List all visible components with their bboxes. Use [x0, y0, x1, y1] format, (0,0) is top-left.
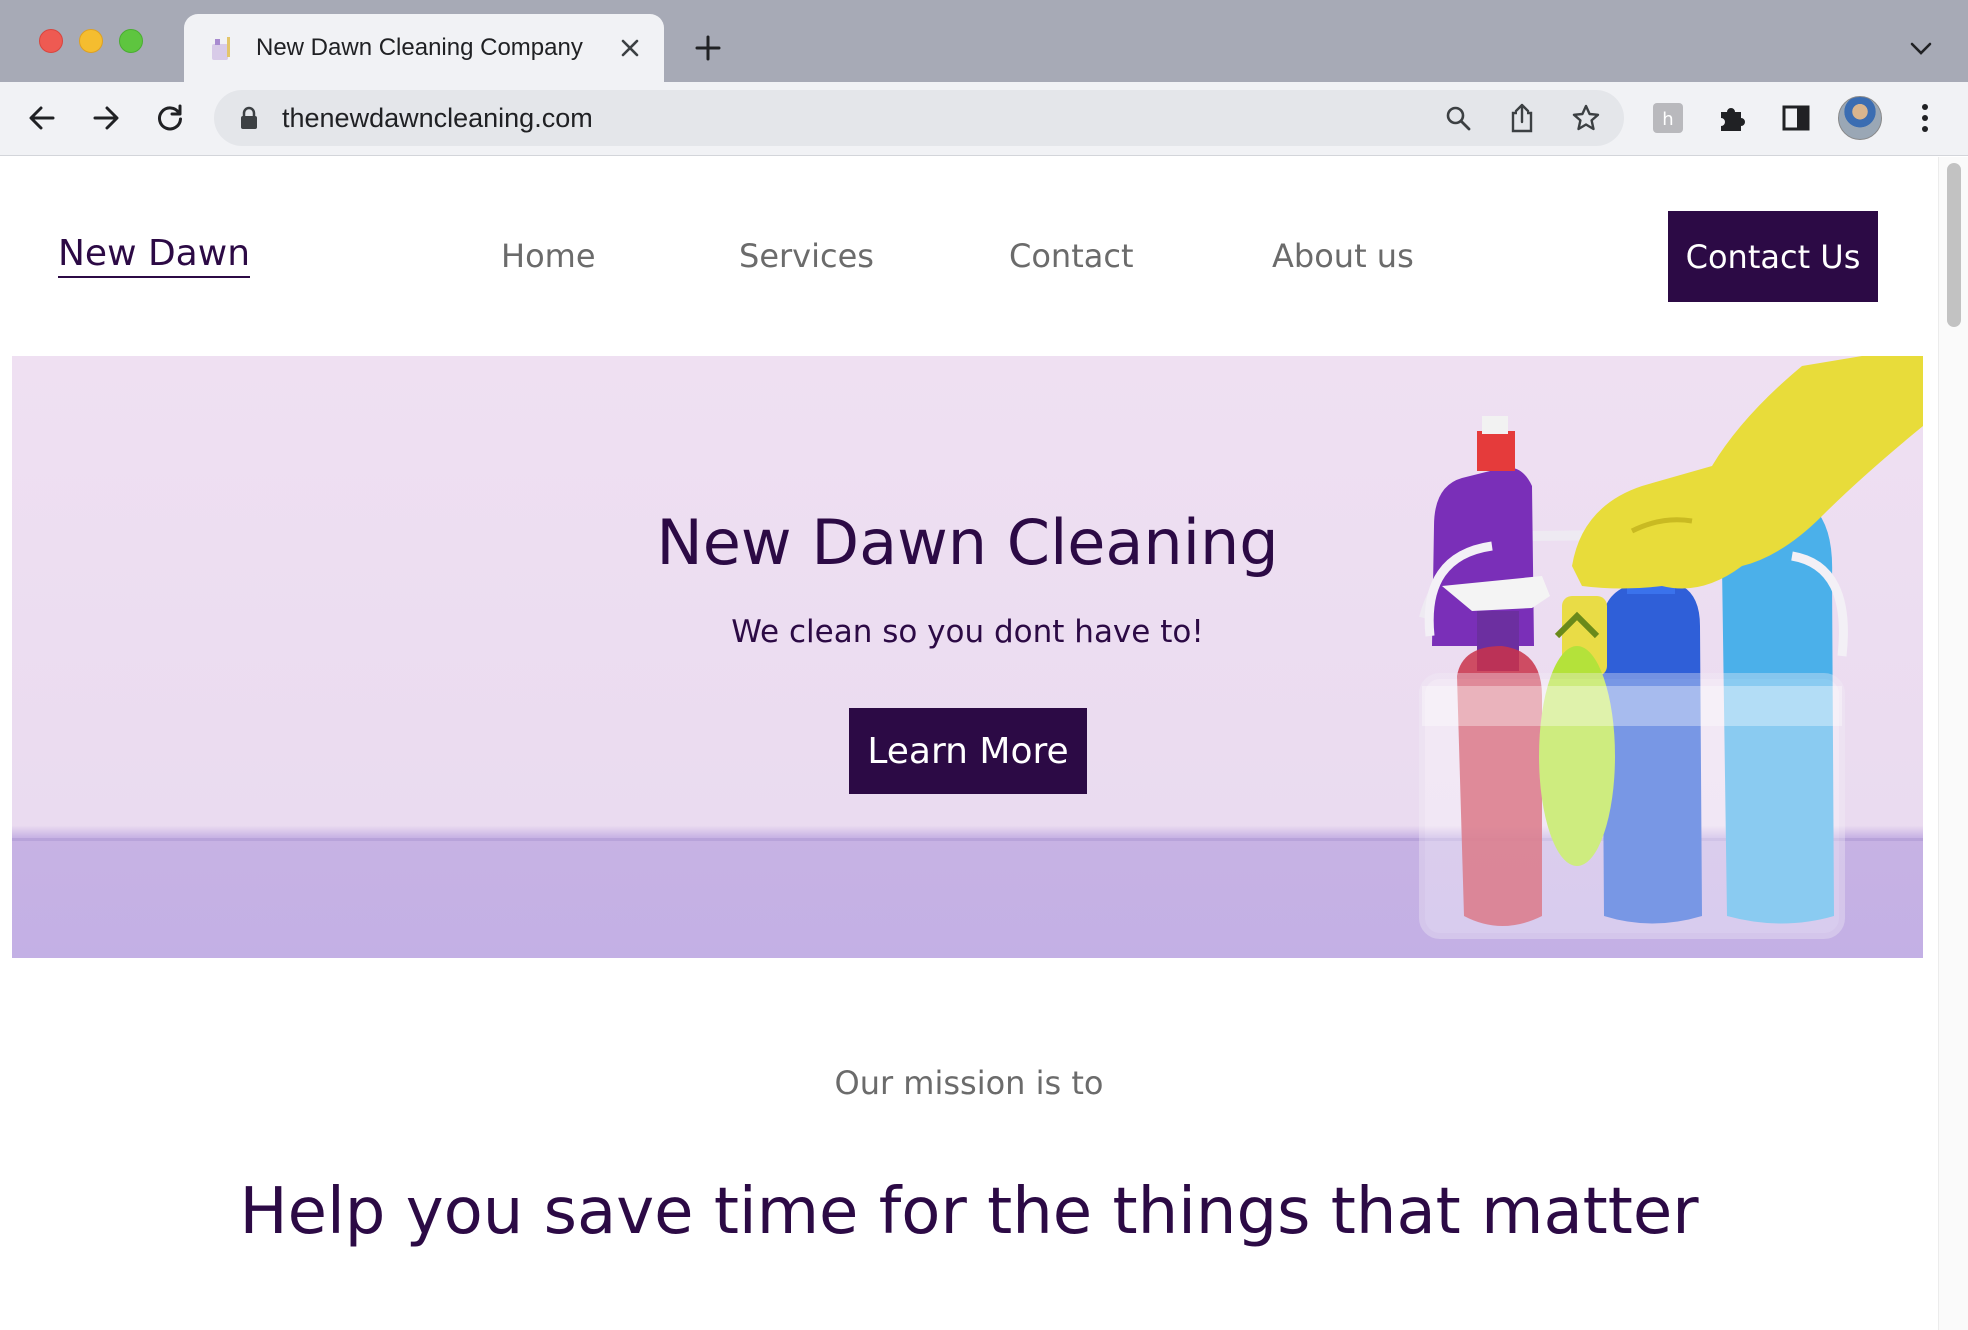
new-tab-icon[interactable]: [690, 30, 726, 66]
extension-h-icon[interactable]: h: [1648, 98, 1688, 138]
browser-toolbar: thenewdawncleaning.com h: [0, 82, 1968, 156]
contact-us-button[interactable]: Contact Us: [1668, 211, 1878, 302]
profile-avatar[interactable]: [1838, 96, 1882, 140]
close-window-button[interactable]: [39, 29, 63, 53]
nav-about-us[interactable]: About us: [1272, 237, 1414, 275]
cleaning-favicon-icon: [208, 33, 238, 63]
svg-text:h: h: [1662, 109, 1673, 130]
hero-subtitle: We clean so you dont have to!: [731, 614, 1204, 650]
site-logo-link[interactable]: New Dawn: [58, 233, 251, 278]
nav-home[interactable]: Home: [501, 237, 596, 275]
mission-title: Help you save time for the things that m…: [239, 1175, 1699, 1249]
browser-tab[interactable]: New Dawn Cleaning Company: [184, 14, 664, 82]
search-icon[interactable]: [1440, 100, 1476, 136]
scrollbar-thumb[interactable]: [1947, 163, 1961, 327]
page-scrollbar[interactable]: [1938, 157, 1968, 1330]
mission-kicker: Our mission is to: [834, 1064, 1104, 1102]
nav-contact[interactable]: Contact: [1009, 237, 1134, 275]
address-bar[interactable]: thenewdawncleaning.com: [214, 90, 1624, 146]
reload-icon[interactable]: [150, 98, 190, 138]
cleaning-supplies-image: [1419, 356, 1923, 939]
tab-strip: New Dawn Cleaning Company: [0, 0, 1968, 82]
puzzle-icon[interactable]: [1712, 98, 1752, 138]
page-viewport: New Dawn Home Services Contact About us …: [0, 157, 1938, 1330]
hero-banner: New Dawn Cleaning We clean so you dont h…: [12, 356, 1923, 958]
minimize-window-button[interactable]: [79, 29, 103, 53]
learn-more-button[interactable]: Learn More: [849, 708, 1087, 794]
nav-services[interactable]: Services: [739, 237, 874, 275]
maximize-window-button[interactable]: [119, 29, 143, 53]
star-icon[interactable]: [1568, 100, 1604, 136]
kebab-menu-icon[interactable]: [1905, 98, 1945, 138]
tab-title: New Dawn Cleaning Company: [256, 34, 583, 61]
chevron-down-icon[interactable]: [1906, 34, 1936, 64]
close-tab-icon[interactable]: [616, 34, 644, 62]
url-text[interactable]: thenewdawncleaning.com: [282, 103, 593, 134]
forward-icon[interactable]: [86, 98, 126, 138]
lock-icon[interactable]: [240, 106, 258, 134]
back-icon[interactable]: [22, 98, 62, 138]
hero-title: New Dawn Cleaning: [656, 506, 1279, 579]
share-icon[interactable]: [1504, 100, 1540, 136]
sidepanel-icon[interactable]: [1776, 98, 1816, 138]
